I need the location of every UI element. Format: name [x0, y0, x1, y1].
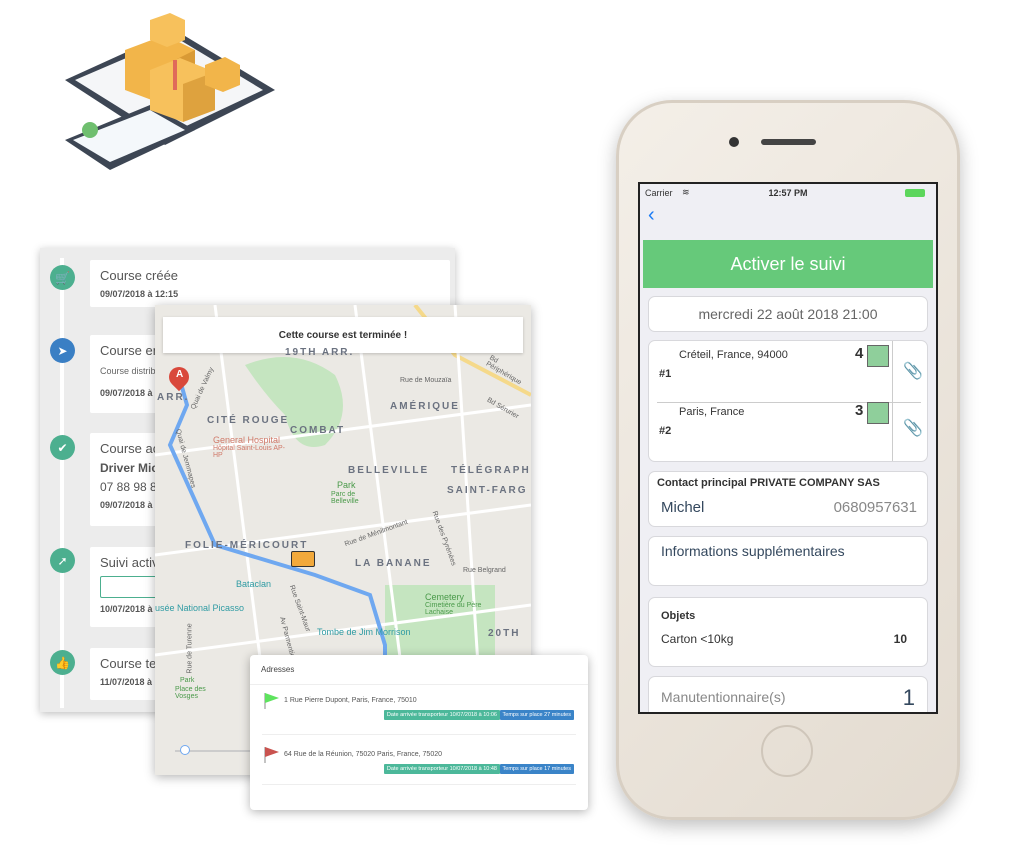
thumbs-up-icon: 👍 — [50, 650, 75, 675]
extra-info-label: Informations supplémentaires — [661, 543, 845, 559]
paperclip-icon[interactable]: 📎 — [903, 418, 923, 438]
camera-icon — [729, 137, 739, 147]
district-label: LA BANANE — [355, 558, 432, 569]
district-label: ARR. — [157, 392, 190, 403]
date-field[interactable]: mercredi 22 août 2018 21:00 — [648, 296, 928, 332]
status-time: 12:57 PM — [768, 188, 808, 198]
red-flag-icon — [264, 747, 279, 763]
delivery-boxes-illustration — [65, 13, 275, 170]
addresses-panel: Adresses 1 Rue Pierre Dupont, Paris, Fra… — [250, 655, 588, 810]
elevator-icon — [867, 402, 889, 424]
elevator-icon — [867, 345, 889, 367]
street-label: Rue de Mouzaïa — [400, 377, 452, 384]
check-icon: ✔ — [50, 435, 75, 460]
objects-card: Objets Carton <10kg 10 — [648, 597, 928, 667]
place-label: usée National Picasso — [155, 603, 245, 613]
place-label: Park — [337, 480, 356, 490]
district-label: BELLEVILLE — [348, 465, 430, 476]
stop-address: Paris, France — [679, 406, 745, 418]
extra-info-field[interactable]: Informations supplémentaires — [648, 536, 928, 586]
district-label: TÉLÉGRAPH — [451, 465, 531, 476]
district-label: 19TH ARR. — [285, 347, 355, 358]
object-item: Carton <10kg — [661, 632, 734, 646]
stop-floor: 3 — [855, 402, 864, 419]
contact-name: Michel — [661, 499, 705, 516]
addresses-title: Adresses — [250, 655, 588, 685]
place-label: Park — [180, 677, 195, 684]
cart-icon: 🛒 — [50, 265, 75, 290]
handlers-label: Manutentionnaire(s) — [661, 689, 786, 705]
phone-screen: Carrier ≋ 12:57 PM ‹ Activer le suivi me… — [638, 182, 938, 714]
stop-index: #1 — [659, 368, 672, 380]
arrival-badge: Date arrivée transporteur 10/07/2018 à 1… — [383, 710, 500, 720]
arrival-badge: Date arrivée transporteur 10/07/2018 à 1… — [383, 764, 500, 774]
street-label: Rue Belgrand — [463, 567, 506, 574]
battery-icon — [905, 189, 925, 197]
address-text: 64 Rue de la Réunion, 75020 Paris, Franc… — [284, 751, 442, 758]
object-qty: 10 — [893, 632, 907, 646]
place-label: Bataclan — [236, 579, 272, 589]
street-label: Rue de Turenne — [186, 623, 194, 674]
place-label: Cimetière du Père Lachaise — [425, 602, 482, 616]
place-label: Place des Vosges — [175, 686, 206, 700]
district-label: CITÉ ROUGE — [207, 415, 290, 426]
district-label: FOLIE-MÉRICOURT — [185, 540, 309, 551]
duration-badge: Temps sur place 17 minutes — [499, 764, 574, 774]
address-row: 64 Rue de la Réunion, 75020 Paris, Franc… — [262, 735, 576, 785]
stop-index: #2 — [659, 425, 672, 437]
district-label: SAINT-FARG — [447, 485, 528, 496]
event-date: 09/07/2018 à 12:15 — [100, 289, 179, 299]
place-label: Cemetery — [425, 592, 465, 602]
paperclip-icon[interactable]: 📎 — [903, 361, 923, 381]
place-label: Tombe de Jim Morrison — [317, 627, 411, 637]
paper-plane-icon: ➤ — [50, 338, 75, 363]
handlers-card: Manutentionnaire(s) 1 — [648, 676, 928, 712]
location-arrow-icon: ➚ — [50, 548, 75, 573]
divider — [892, 341, 893, 461]
stops-card: Créteil, France, 94000 #1 4 📎 Paris, Fra… — [648, 340, 928, 462]
district-label: 20TH — [488, 628, 521, 639]
home-button[interactable] — [761, 725, 813, 777]
truck-icon[interactable] — [291, 551, 315, 567]
place-label: Hôpital Saint-Louis AP-HP — [213, 445, 285, 459]
stop-floor: 4 — [855, 345, 864, 362]
place-label: General Hospital — [213, 435, 281, 445]
district-label: COMBAT — [290, 425, 346, 436]
district-label: AMÉRIQUE — [390, 401, 460, 412]
duration-badge: Temps sur place 27 minutes — [499, 710, 574, 720]
zoom-slider-handle[interactable] — [180, 745, 190, 755]
contact-label: Contact principal PRIVATE COMPANY SAS — [657, 477, 880, 489]
green-flag-icon — [264, 693, 279, 709]
timeline-event-created: Course créée 09/07/2018 à 12:15 — [90, 260, 450, 307]
activate-tracking-button[interactable]: Activer le suivi — [643, 240, 933, 288]
place-label: Parc de Belleville — [331, 491, 359, 505]
address-row: 1 Rue Pierre Dupont, Paris, France, 7501… — [262, 685, 576, 735]
handlers-count[interactable]: 1 — [903, 685, 915, 711]
address-text: 1 Rue Pierre Dupont, Paris, France, 7501… — [284, 697, 417, 704]
objects-title: Objets — [661, 610, 696, 622]
back-chevron-icon[interactable]: ‹ — [648, 204, 655, 227]
contact-card: Contact principal PRIVATE COMPANY SAS Mi… — [648, 471, 928, 527]
event-title: Course créée — [100, 268, 179, 283]
contact-phone[interactable]: 0680957631 — [834, 499, 917, 516]
timeline-line — [60, 258, 64, 708]
stop-address: Créteil, France, 94000 — [679, 349, 788, 361]
speaker-grille — [761, 139, 816, 145]
marker-label: A — [176, 369, 184, 380]
